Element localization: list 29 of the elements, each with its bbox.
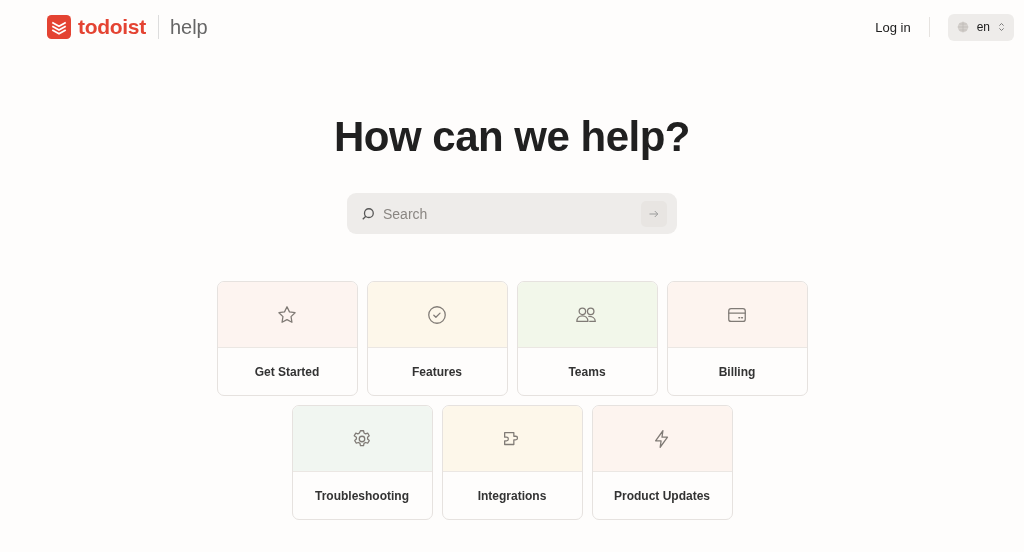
submit-button[interactable] (641, 200, 667, 227)
logo-icon (47, 15, 71, 39)
globe-icon (956, 21, 969, 33)
category-card[interactable]: Get Started (216, 281, 358, 396)
category-label: Billing (717, 363, 757, 381)
headline: How can we help? (332, 112, 692, 162)
brand-name[interactable]: todoist (78, 15, 146, 39)
search-input[interactable]: Search (381, 204, 635, 223)
category-card[interactable]: Teams (516, 281, 658, 396)
updown-icon (998, 22, 1005, 32)
star-icon (276, 303, 298, 326)
people-icon (575, 304, 599, 325)
login-link[interactable]: Log in (875, 19, 911, 35)
category-label: Product Updates (613, 487, 711, 505)
category-card[interactable]: Integrations (441, 405, 583, 520)
category-label: Integrations (476, 487, 548, 505)
search-field[interactable]: Search (347, 193, 677, 234)
check-circle-icon (426, 303, 448, 326)
section-title: help (169, 15, 208, 39)
category-label: Features (411, 363, 463, 381)
category-card[interactable]: Billing (666, 281, 808, 396)
category-card[interactable]: Features (366, 281, 508, 396)
category-label: Get Started (253, 363, 321, 381)
category-card[interactable]: Troubleshooting (291, 405, 433, 520)
search-icon (361, 206, 375, 221)
category-card[interactable]: Product Updates (591, 405, 733, 520)
category-label: Troubleshooting (314, 487, 410, 505)
language-select[interactable]: en (947, 13, 1014, 41)
category-label: Teams (567, 363, 607, 381)
